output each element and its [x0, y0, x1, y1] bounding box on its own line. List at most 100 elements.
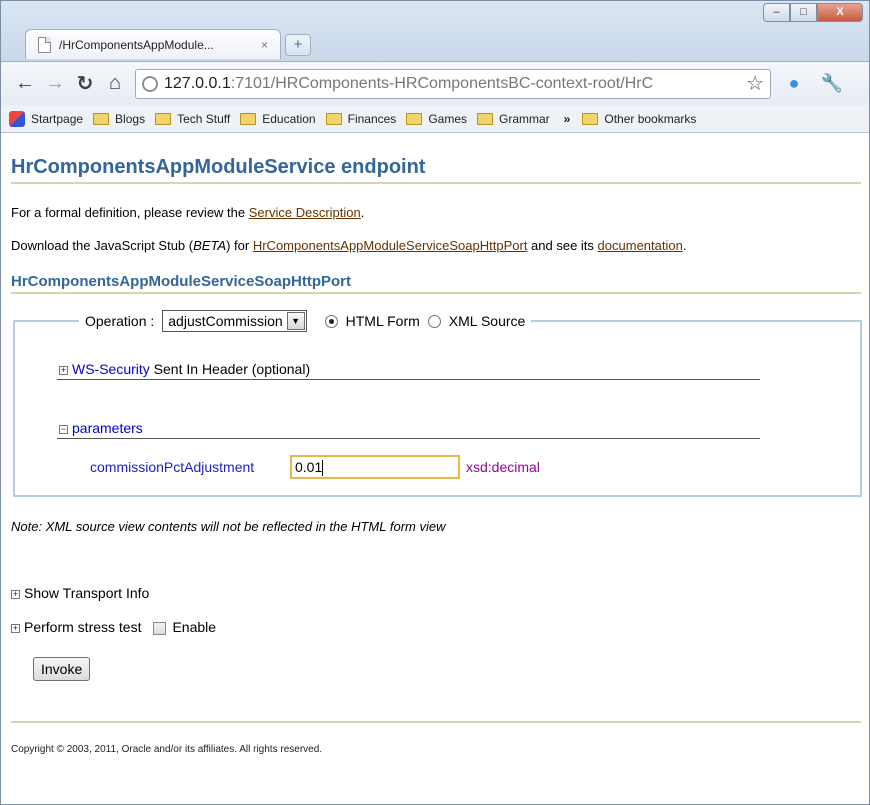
parameters-label: parameters	[72, 420, 143, 436]
browser-toolbar: ← → ↻ ⌂ 127.0.0.1 :7101/HRComponents-HRC…	[1, 61, 869, 105]
bookmark-star-icon[interactable]: ☆	[746, 71, 764, 96]
param-name-label: commissionPctAdjustment	[90, 459, 255, 475]
folder-icon	[93, 112, 110, 125]
stub-port-link[interactable]: HrComponentsAppModuleServiceSoapHttpPort	[253, 238, 528, 253]
stress-test-row: + Perform stress test Enable	[11, 619, 216, 635]
expand-plus-icon[interactable]: +	[11, 589, 20, 599]
formal-prefix-text: For a formal definition, please review t…	[11, 205, 249, 220]
maximize-button[interactable]: □	[790, 3, 817, 22]
formal-suffix-text: .	[360, 205, 365, 220]
operation-legend: Operation : adjustCommission ▼ HTML Form…	[79, 310, 532, 332]
browser-window: /HrComponentsAppModule... × + – □ X ← → …	[0, 0, 870, 805]
title-bar: /HrComponentsAppModule... × + – □ X	[1, 1, 869, 61]
parameters-rule	[57, 438, 760, 439]
port-heading-rule	[11, 292, 861, 294]
bookmark-folder-grammar[interactable]: Grammar	[477, 112, 550, 126]
url-host: 127.0.0.1	[164, 74, 231, 92]
url-path: :7101/HRComponents-HRComponentsBC-contex…	[230, 74, 654, 92]
bookmark-folder-other[interactable]: Other bookmarks	[582, 112, 696, 126]
globe-icon	[142, 75, 158, 92]
bookmarks-overflow-chevron[interactable]: »	[564, 112, 571, 126]
tab-close-icon[interactable]: ×	[261, 38, 268, 52]
bookmark-label: Grammar	[499, 111, 550, 126]
home-icon[interactable]: ⌂	[101, 72, 129, 95]
invoke-button[interactable]: Invoke	[33, 657, 91, 681]
bookmark-label: Startpage	[31, 111, 84, 126]
page-title: HrComponentsAppModuleService endpoint	[11, 156, 426, 178]
copyright-text: Copyright © 2003, 2011, Oracle and/or it…	[11, 744, 323, 755]
ws-security-text: Sent In Header (optional)	[149, 361, 311, 377]
folder-icon	[582, 112, 599, 125]
stub-mid-text: ) for	[226, 238, 253, 253]
show-transport-label: Show Transport Info	[24, 585, 150, 601]
folder-icon	[155, 112, 172, 125]
expand-plus-icon[interactable]: +	[59, 365, 68, 375]
documentation-link[interactable]: documentation	[598, 238, 683, 253]
extension-icon[interactable]: ●	[779, 73, 809, 94]
html-form-radio[interactable]	[324, 314, 338, 328]
port-heading: HrComponentsAppModuleServiceSoapHttpPort	[11, 273, 352, 290]
beta-text: BETA	[193, 238, 227, 253]
operation-label: Operation :	[85, 313, 155, 329]
enable-label: Enable	[172, 619, 217, 635]
collapse-minus-icon[interactable]: −	[59, 424, 68, 434]
folder-icon	[477, 112, 493, 125]
bookmark-label: Other bookmarks	[604, 111, 697, 126]
chevron-down-icon[interactable]: ▼	[286, 312, 305, 330]
page-icon	[38, 36, 51, 53]
folder-icon	[325, 112, 342, 125]
tab-title: /HrComponentsAppModule...	[59, 37, 214, 52]
minimize-button[interactable]: –	[763, 3, 790, 22]
bookmark-startpage[interactable]: Startpage	[9, 110, 84, 127]
forward-arrow-icon[interactable]: →	[41, 72, 69, 95]
title-rule	[11, 182, 861, 184]
bookmark-folder-finances[interactable]: Finances	[325, 111, 397, 126]
stress-test-label: Perform stress test	[24, 619, 142, 635]
page-content: HrComponentsAppModuleService endpoint Fo…	[1, 134, 869, 804]
bookmark-folder-education[interactable]: Education	[240, 112, 316, 126]
stub-prefix-text: Download the JavaScript Stub (	[11, 238, 194, 253]
bookmarks-bar: Startpage Blogs Tech Stuff Education Fin…	[1, 105, 869, 133]
operation-selected-value: adjustCommission	[168, 313, 283, 329]
bookmark-label: Games	[428, 111, 467, 126]
xml-source-note: Note: XML source view contents will not …	[11, 519, 446, 534]
stub-and-text: and see its	[527, 238, 598, 253]
ws-security-rule	[57, 379, 760, 380]
expand-plus-icon[interactable]: +	[11, 623, 20, 633]
folder-icon	[406, 112, 423, 125]
xml-source-radio[interactable]	[427, 314, 441, 328]
address-bar[interactable]: 127.0.0.1 :7101/HRComponents-HRComponent…	[135, 68, 771, 99]
bookmark-label: Tech Stuff	[177, 111, 231, 126]
footer-rule	[11, 721, 861, 723]
enable-checkbox[interactable]	[153, 621, 167, 635]
html-form-label: HTML Form	[345, 313, 420, 329]
commission-pct-adjustment-input[interactable]: 0.01	[290, 455, 460, 479]
text-caret	[322, 460, 324, 477]
window-controls: – □ X	[763, 3, 863, 22]
ws-security-link[interactable]: WS-Security	[72, 361, 150, 377]
param-value-text: 0.01	[295, 459, 323, 475]
bookmark-label: Blogs	[115, 111, 146, 126]
bookmark-folder-games[interactable]: Games	[406, 112, 467, 126]
ws-security-row: + WS-Security Sent In Header (optional)	[59, 361, 310, 377]
formal-definition-line: For a formal definition, please review t…	[11, 205, 364, 220]
bookmark-folder-tech-stuff[interactable]: Tech Stuff	[155, 112, 230, 126]
reload-icon[interactable]: ↻	[71, 71, 99, 96]
browser-tab[interactable]: /HrComponentsAppModule... ×	[25, 29, 281, 59]
close-button[interactable]: X	[817, 3, 863, 22]
stub-suffix-text: .	[682, 238, 687, 253]
back-arrow-icon[interactable]: ←	[11, 72, 39, 95]
param-type-label: xsd:decimal	[466, 459, 540, 475]
show-transport-row[interactable]: + Show Transport Info	[11, 585, 149, 601]
xml-source-label: XML Source	[448, 313, 526, 329]
new-tab-button[interactable]: +	[285, 34, 311, 56]
wrench-icon[interactable]: 🔧	[817, 73, 847, 94]
bookmark-folder-blogs[interactable]: Blogs	[93, 112, 145, 126]
service-description-link[interactable]: Service Description	[249, 205, 361, 220]
startpage-icon	[9, 110, 25, 127]
folder-icon	[240, 112, 257, 125]
operation-select[interactable]: adjustCommission ▼	[162, 310, 307, 332]
bookmark-label: Finances	[347, 111, 397, 126]
javascript-stub-line: Download the JavaScript Stub (BETA) for …	[11, 238, 686, 253]
parameters-row[interactable]: − parameters	[59, 420, 143, 436]
